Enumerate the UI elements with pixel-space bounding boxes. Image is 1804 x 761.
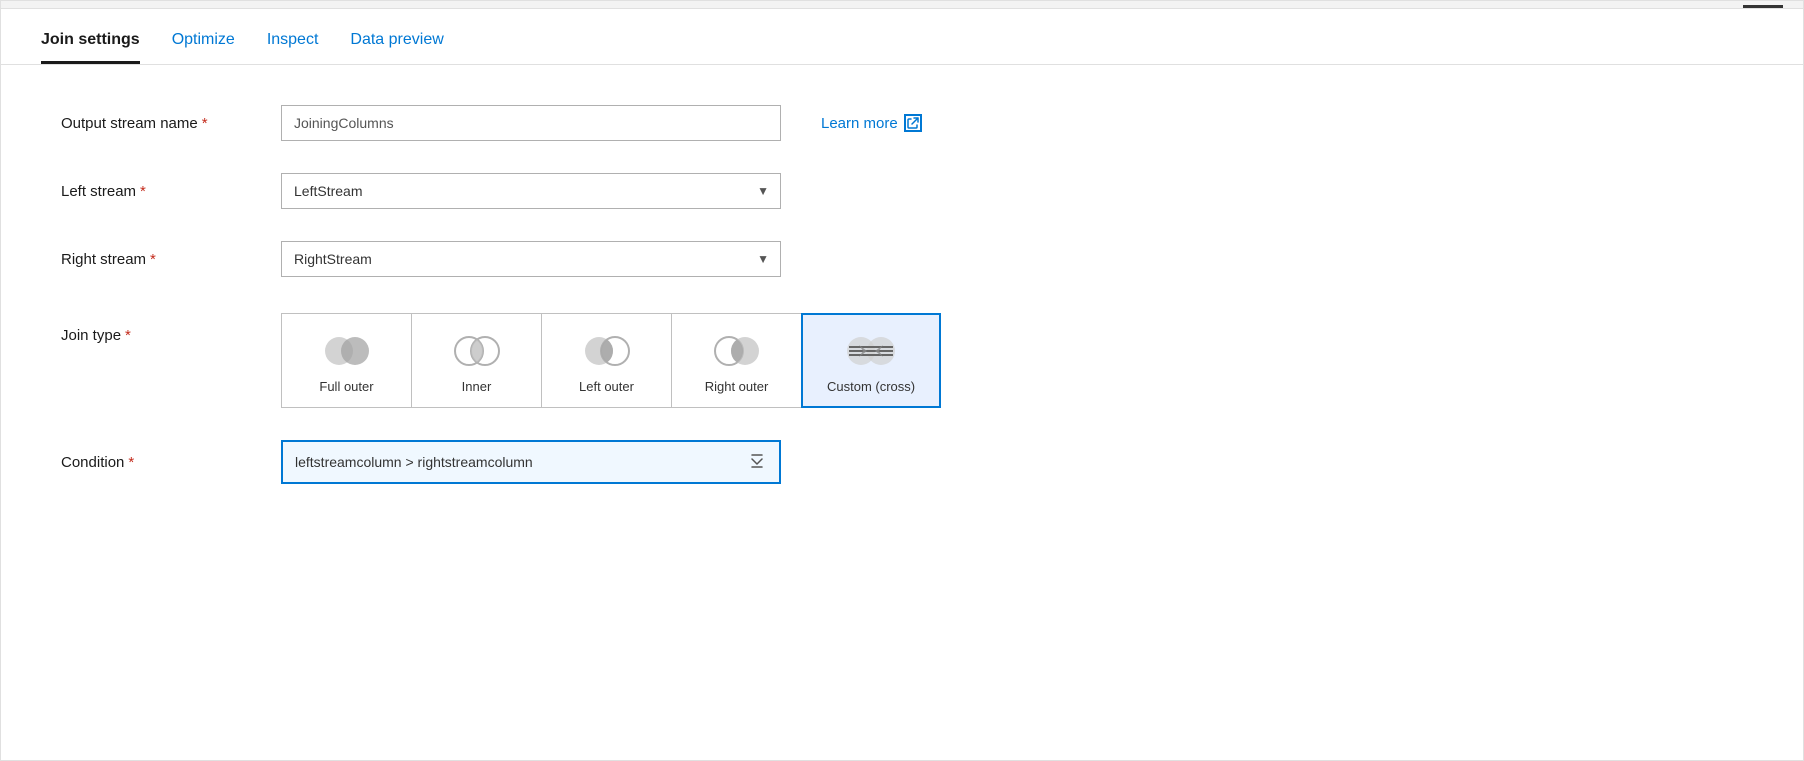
top-bar-line [1743,5,1783,8]
output-stream-label: Output stream name* [61,115,281,132]
output-stream-input[interactable] [281,105,781,141]
right-stream-row: Right stream* RightStream ▼ [61,241,1743,277]
full-outer-label: Full outer [319,379,373,394]
learn-more-link[interactable]: Learn more [821,114,922,132]
tab-optimize[interactable]: Optimize [172,9,235,64]
left-stream-label: Left stream* [61,183,281,200]
join-option-custom-cross[interactable]: Custom (cross) [801,313,941,408]
join-type-options: Full outer Inner [281,313,941,408]
required-star-condition: * [128,454,134,471]
top-bar [1,1,1803,9]
custom-cross-label: Custom (cross) [827,379,915,394]
tab-inspect[interactable]: Inspect [267,9,319,64]
left-stream-control: LeftStream ▼ [281,173,781,209]
left-stream-select[interactable]: LeftStream [281,173,781,209]
required-star-join-type: * [125,327,131,344]
content-area: Output stream name* Learn more Left st [1,65,1803,760]
custom-cross-icon [841,331,901,371]
full-outer-icon [317,331,377,371]
external-link-icon [904,114,922,132]
right-stream-label: Right stream* [61,251,281,268]
main-container: Join settings Optimize Inspect Data prev… [0,0,1804,761]
required-star-left: * [140,183,146,200]
inner-icon [447,331,507,371]
tabs-bar: Join settings Optimize Inspect Data prev… [1,9,1803,65]
output-stream-row: Output stream name* Learn more [61,105,1743,141]
tab-data-preview[interactable]: Data preview [350,9,443,64]
join-type-options-container: Full outer Inner [281,313,941,408]
left-stream-row: Left stream* LeftStream ▼ [61,173,1743,209]
join-option-right-outer[interactable]: Right outer [672,314,802,407]
output-stream-control [281,105,781,141]
required-star-right: * [150,251,156,268]
right-outer-icon [707,331,767,371]
left-outer-label: Left outer [579,379,634,394]
right-stream-control: RightStream ▼ [281,241,781,277]
condition-control: leftstreamcolumn > rightstreamcolumn [281,440,781,484]
condition-value: leftstreamcolumn > rightstreamcolumn [295,454,533,470]
condition-row: Condition* leftstreamcolumn > rightstrea… [61,440,1743,484]
join-type-row: Join type* Full outer [61,309,1743,408]
condition-expand-icon[interactable] [747,451,767,474]
right-stream-select[interactable]: RightStream [281,241,781,277]
left-outer-icon [577,331,637,371]
required-star-output: * [202,115,208,132]
condition-input[interactable]: leftstreamcolumn > rightstreamcolumn [281,440,781,484]
condition-label: Condition* [61,454,281,471]
inner-label: Inner [462,379,492,394]
join-option-left-outer[interactable]: Left outer [542,314,672,407]
join-option-inner[interactable]: Inner [412,314,542,407]
tab-join-settings[interactable]: Join settings [41,9,140,64]
join-option-full-outer[interactable]: Full outer [282,314,412,407]
right-outer-label: Right outer [705,379,769,394]
join-type-label: Join type* [61,313,281,344]
